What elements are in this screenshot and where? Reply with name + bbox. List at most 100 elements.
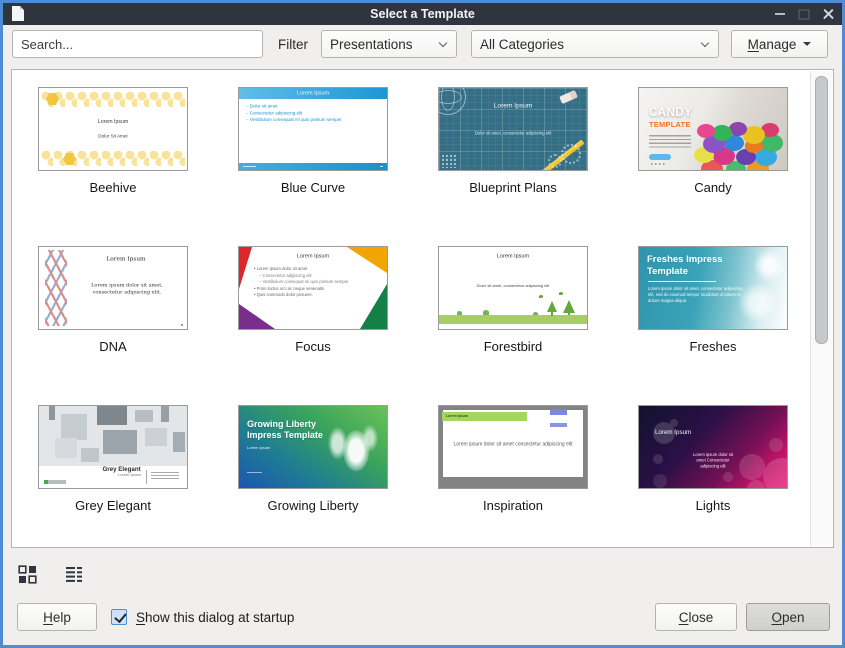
template-item-blue-curve[interactable]: Lorem Ipsum Dolor sit amet Consectetur a… (213, 87, 413, 246)
bush-shape (533, 312, 538, 316)
mosaic-rect (103, 430, 137, 454)
template-grid: Lorem Ipsum Dolor Sit Amet Beehive Lorem… (13, 70, 813, 548)
template-item-freshes[interactable]: Freshes Impress Template Lorem ipsum dol… (613, 246, 813, 405)
slide-title: Lorem Ipsum (238, 253, 388, 259)
template-item-focus[interactable]: Lorem Ipsum Lorem ipsum dolor sit amet C… (213, 246, 413, 405)
template-item-lights[interactable]: Lorem Ipsum Lorem ipsum dolor sit amet C… (613, 405, 813, 548)
scrollbar-thumb[interactable] (815, 76, 828, 344)
template-thumbnail-lights[interactable]: Lorem Ipsum Lorem ipsum dolor sit amet C… (638, 405, 788, 489)
button-pill (649, 154, 671, 160)
slide-title: Lorem Ipsum (438, 102, 588, 109)
mosaic-rect (145, 428, 167, 446)
slide-title: Lorem Ipsum (446, 414, 468, 418)
slide-title: Freshes Impress Template (647, 254, 755, 278)
mosaic-rect (61, 414, 87, 440)
template-thumbnail-focus[interactable]: Lorem Ipsum Lorem ipsum dolor sit amet C… (238, 246, 388, 330)
window-title: Select a Template (3, 7, 842, 21)
maximize-icon[interactable] (798, 9, 810, 20)
close-button[interactable]: Close (655, 603, 737, 631)
template-item-growing-liberty[interactable]: Growing Liberty Impress Template Lorem I… (213, 405, 413, 548)
chevron-down-icon (439, 40, 448, 49)
template-thumbnail-dna[interactable]: Lorem Ipsum Lorem ipsum dolor sit amet, … (38, 246, 188, 330)
mosaic-rect (97, 406, 127, 425)
slide-body: Lorem ipsum dolor sit amet, consectetur … (648, 286, 745, 304)
template-thumbnail-candy[interactable]: CANDY TEMPLATE (638, 87, 788, 171)
scrollbar-track[interactable] (810, 71, 832, 546)
template-item-blueprint-plans[interactable]: Lorem Ipsum Dolor sit amet, consectetur … (413, 87, 613, 246)
thumbnail-view-icon[interactable] (18, 565, 37, 584)
manage-button[interactable]: Manage (731, 30, 828, 58)
open-button[interactable]: Open (746, 603, 830, 631)
list-view-icon[interactable] (65, 565, 84, 584)
corner-triangle-purple (239, 304, 275, 329)
template-name: DNA (13, 339, 213, 354)
template-thumbnail-freshes[interactable]: Freshes Impress Template Lorem ipsum dol… (638, 246, 788, 330)
divider-rule (648, 281, 716, 282)
minimize-icon[interactable] (775, 13, 785, 15)
titlebar: Select a Template (3, 3, 842, 25)
template-thumbnail-growing-liberty[interactable]: Growing Liberty Impress Template Lorem I… (238, 405, 388, 489)
close-icon[interactable] (823, 9, 834, 20)
template-thumbnail-forestbird[interactable]: Lorem Ipsum Dolor sit amet, consectetur … (438, 246, 588, 330)
slide-body: Lorem ipsum dolor sit amet Consectetur a… (688, 452, 738, 470)
startup-option: Show this dialog at startup (111, 603, 294, 631)
slide-subtitle: Dolor sit amet, consectetur adipiscing e… (453, 131, 574, 136)
template-name: Growing Liberty (213, 498, 413, 513)
category-dropdown[interactable]: All Categories (471, 30, 719, 58)
tree-shape (547, 301, 557, 312)
select-template-dialog: Select a Template Filter Presentations A… (0, 0, 845, 648)
bush-shape (483, 310, 489, 315)
footer-mark (247, 472, 262, 474)
template-name: Freshes (613, 339, 813, 354)
template-thumbnail-blueprint-plans[interactable]: Lorem Ipsum Dolor sit amet, consectetur … (438, 87, 588, 171)
category-dropdown-value: All Categories (480, 37, 564, 52)
template-name: Forestbird (413, 339, 613, 354)
slide-title: Lorem Ipsum (655, 429, 691, 436)
template-name: Blueprint Plans (413, 180, 613, 195)
slide-title: Lorem Ipsum (238, 90, 388, 96)
help-button[interactable]: Help (17, 603, 97, 631)
template-name: Inspiration (413, 498, 613, 513)
honeycomb-band (41, 151, 185, 166)
template-item-grey-elegant[interactable]: Grey Elegant Lorem Ipsum Grey Elegant (13, 405, 213, 548)
page-number-mark (181, 324, 183, 327)
mosaic-rect (161, 406, 169, 422)
toolbar: Filter Presentations All Categories Mana… (12, 30, 833, 58)
accent-rect-blue (550, 423, 567, 427)
slide-subtitle: Lorem Ipsum (118, 473, 141, 477)
slide-title: Lorem Ipsum (38, 119, 188, 125)
template-item-dna[interactable]: Lorem Ipsum Lorem ipsum dolor sit amet, … (13, 246, 213, 405)
footer-band (239, 163, 387, 170)
template-item-beehive[interactable]: Lorem Ipsum Dolor Sit Amet Beehive (13, 87, 213, 246)
type-dropdown[interactable]: Presentations (321, 30, 457, 58)
slide-body: Lorem ipsum dolor sit amet, consectetur … (90, 282, 165, 296)
slide-title: CANDY (649, 107, 692, 119)
template-item-inspiration[interactable]: Lorem Ipsum Lorem ipsum dolor sit amet c… (413, 405, 613, 548)
template-name: Grey Elegant (13, 498, 213, 513)
template-thumbnail-grey-elegant[interactable]: Grey Elegant Lorem Ipsum (38, 405, 188, 489)
search-input[interactable] (12, 30, 263, 58)
template-thumbnail-blue-curve[interactable]: Lorem Ipsum Dolor sit amet Consectetur a… (238, 87, 388, 171)
slide-subtitle: TEMPLATE (649, 121, 691, 129)
candies-cluster (697, 124, 715, 138)
slide-title: Lorem Ipsum (92, 256, 160, 262)
template-name: Focus (213, 339, 413, 354)
template-name: Blue Curve (213, 180, 413, 195)
startup-checkbox[interactable] (111, 609, 127, 625)
template-thumbnail-inspiration[interactable]: Lorem Ipsum Lorem ipsum dolor sit amet c… (438, 405, 588, 489)
divider-rule (146, 470, 147, 484)
template-item-candy[interactable]: CANDY TEMPLATE Candy (613, 87, 813, 246)
gear-shape (561, 144, 581, 164)
template-name: Lights (613, 498, 813, 513)
slide-title: Lorem Ipsum (438, 253, 588, 259)
filter-label: Filter (278, 37, 308, 52)
startup-checkbox-label[interactable]: Show this dialog at startup (136, 610, 294, 625)
mosaic-rect (81, 448, 99, 462)
template-thumbnail-beehive[interactable]: Lorem Ipsum Dolor Sit Amet (38, 87, 188, 171)
mosaic-rect (49, 406, 55, 420)
mosaic-rect (173, 432, 185, 452)
slide-subtitle: Dolor sit amet, consectetur adipiscing e… (455, 284, 570, 288)
accent-rect-blue (550, 409, 567, 415)
template-item-forestbird[interactable]: Lorem Ipsum Dolor sit amet, consectetur … (413, 246, 613, 405)
mosaic-rect (135, 410, 153, 422)
